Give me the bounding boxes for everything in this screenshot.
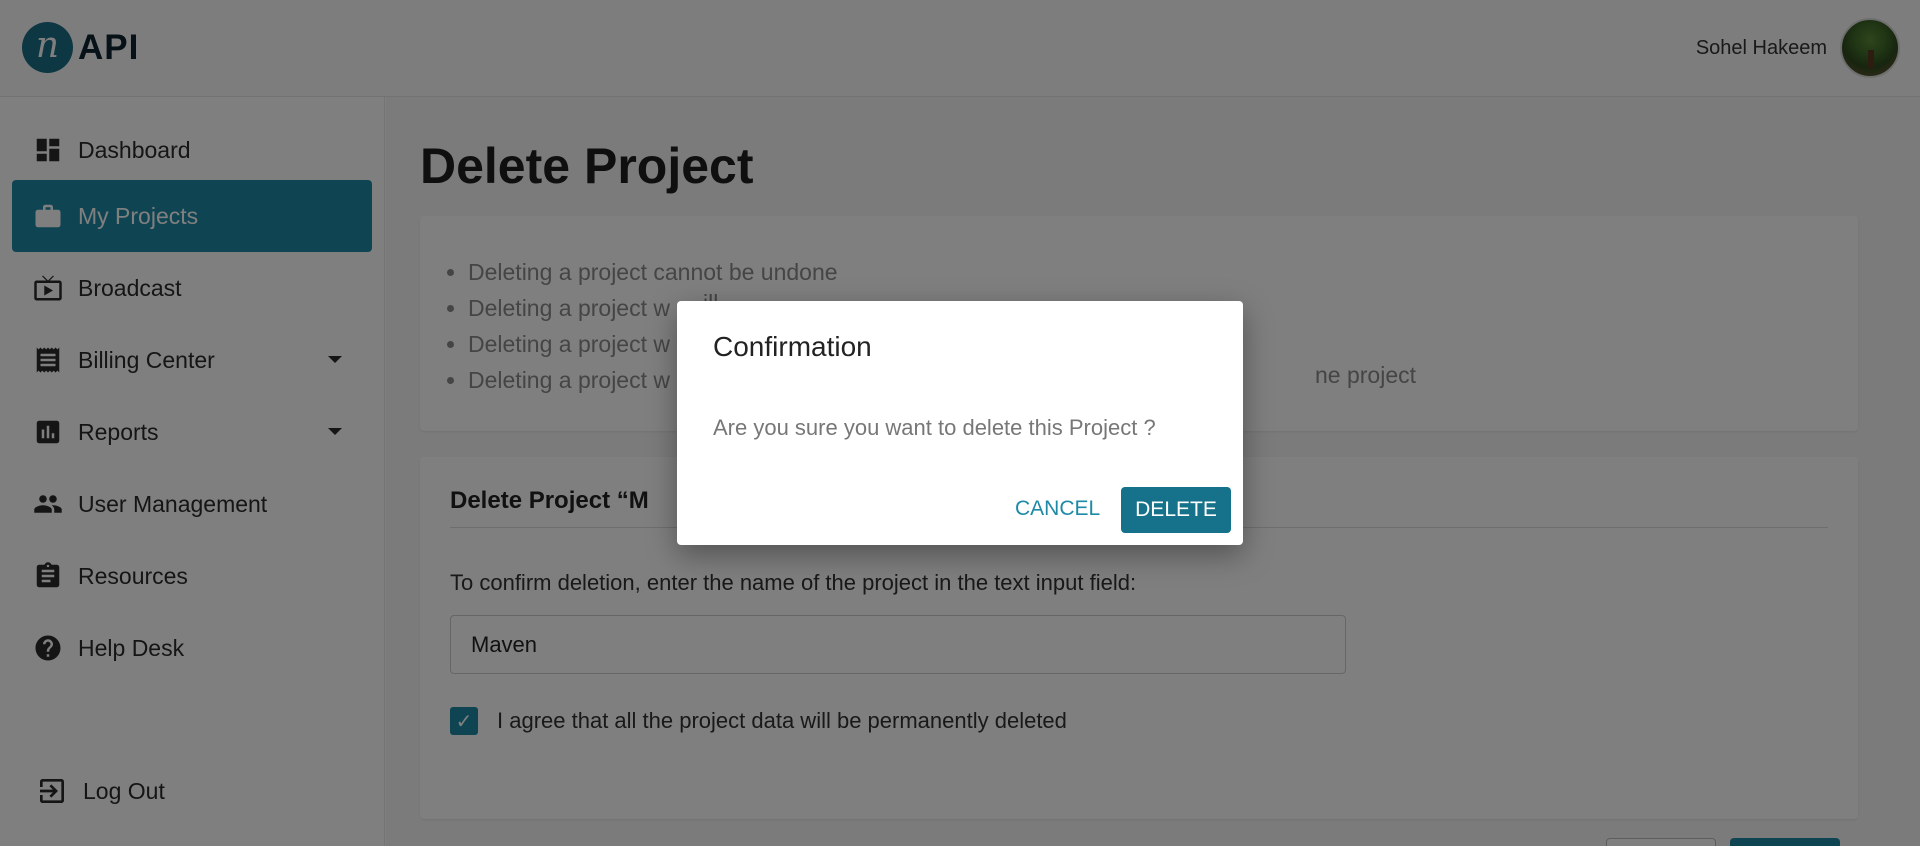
confirmation-dialog: Confirmation Are you sure you want to de… <box>677 301 1243 545</box>
dialog-message: Are you sure you want to delete this Pro… <box>713 415 1156 440</box>
dialog-title: Confirmation <box>713 331 872 362</box>
dialog-cancel-button[interactable]: CANCEL <box>1005 487 1110 531</box>
dialog-delete-button[interactable]: DELETE <box>1121 487 1231 533</box>
